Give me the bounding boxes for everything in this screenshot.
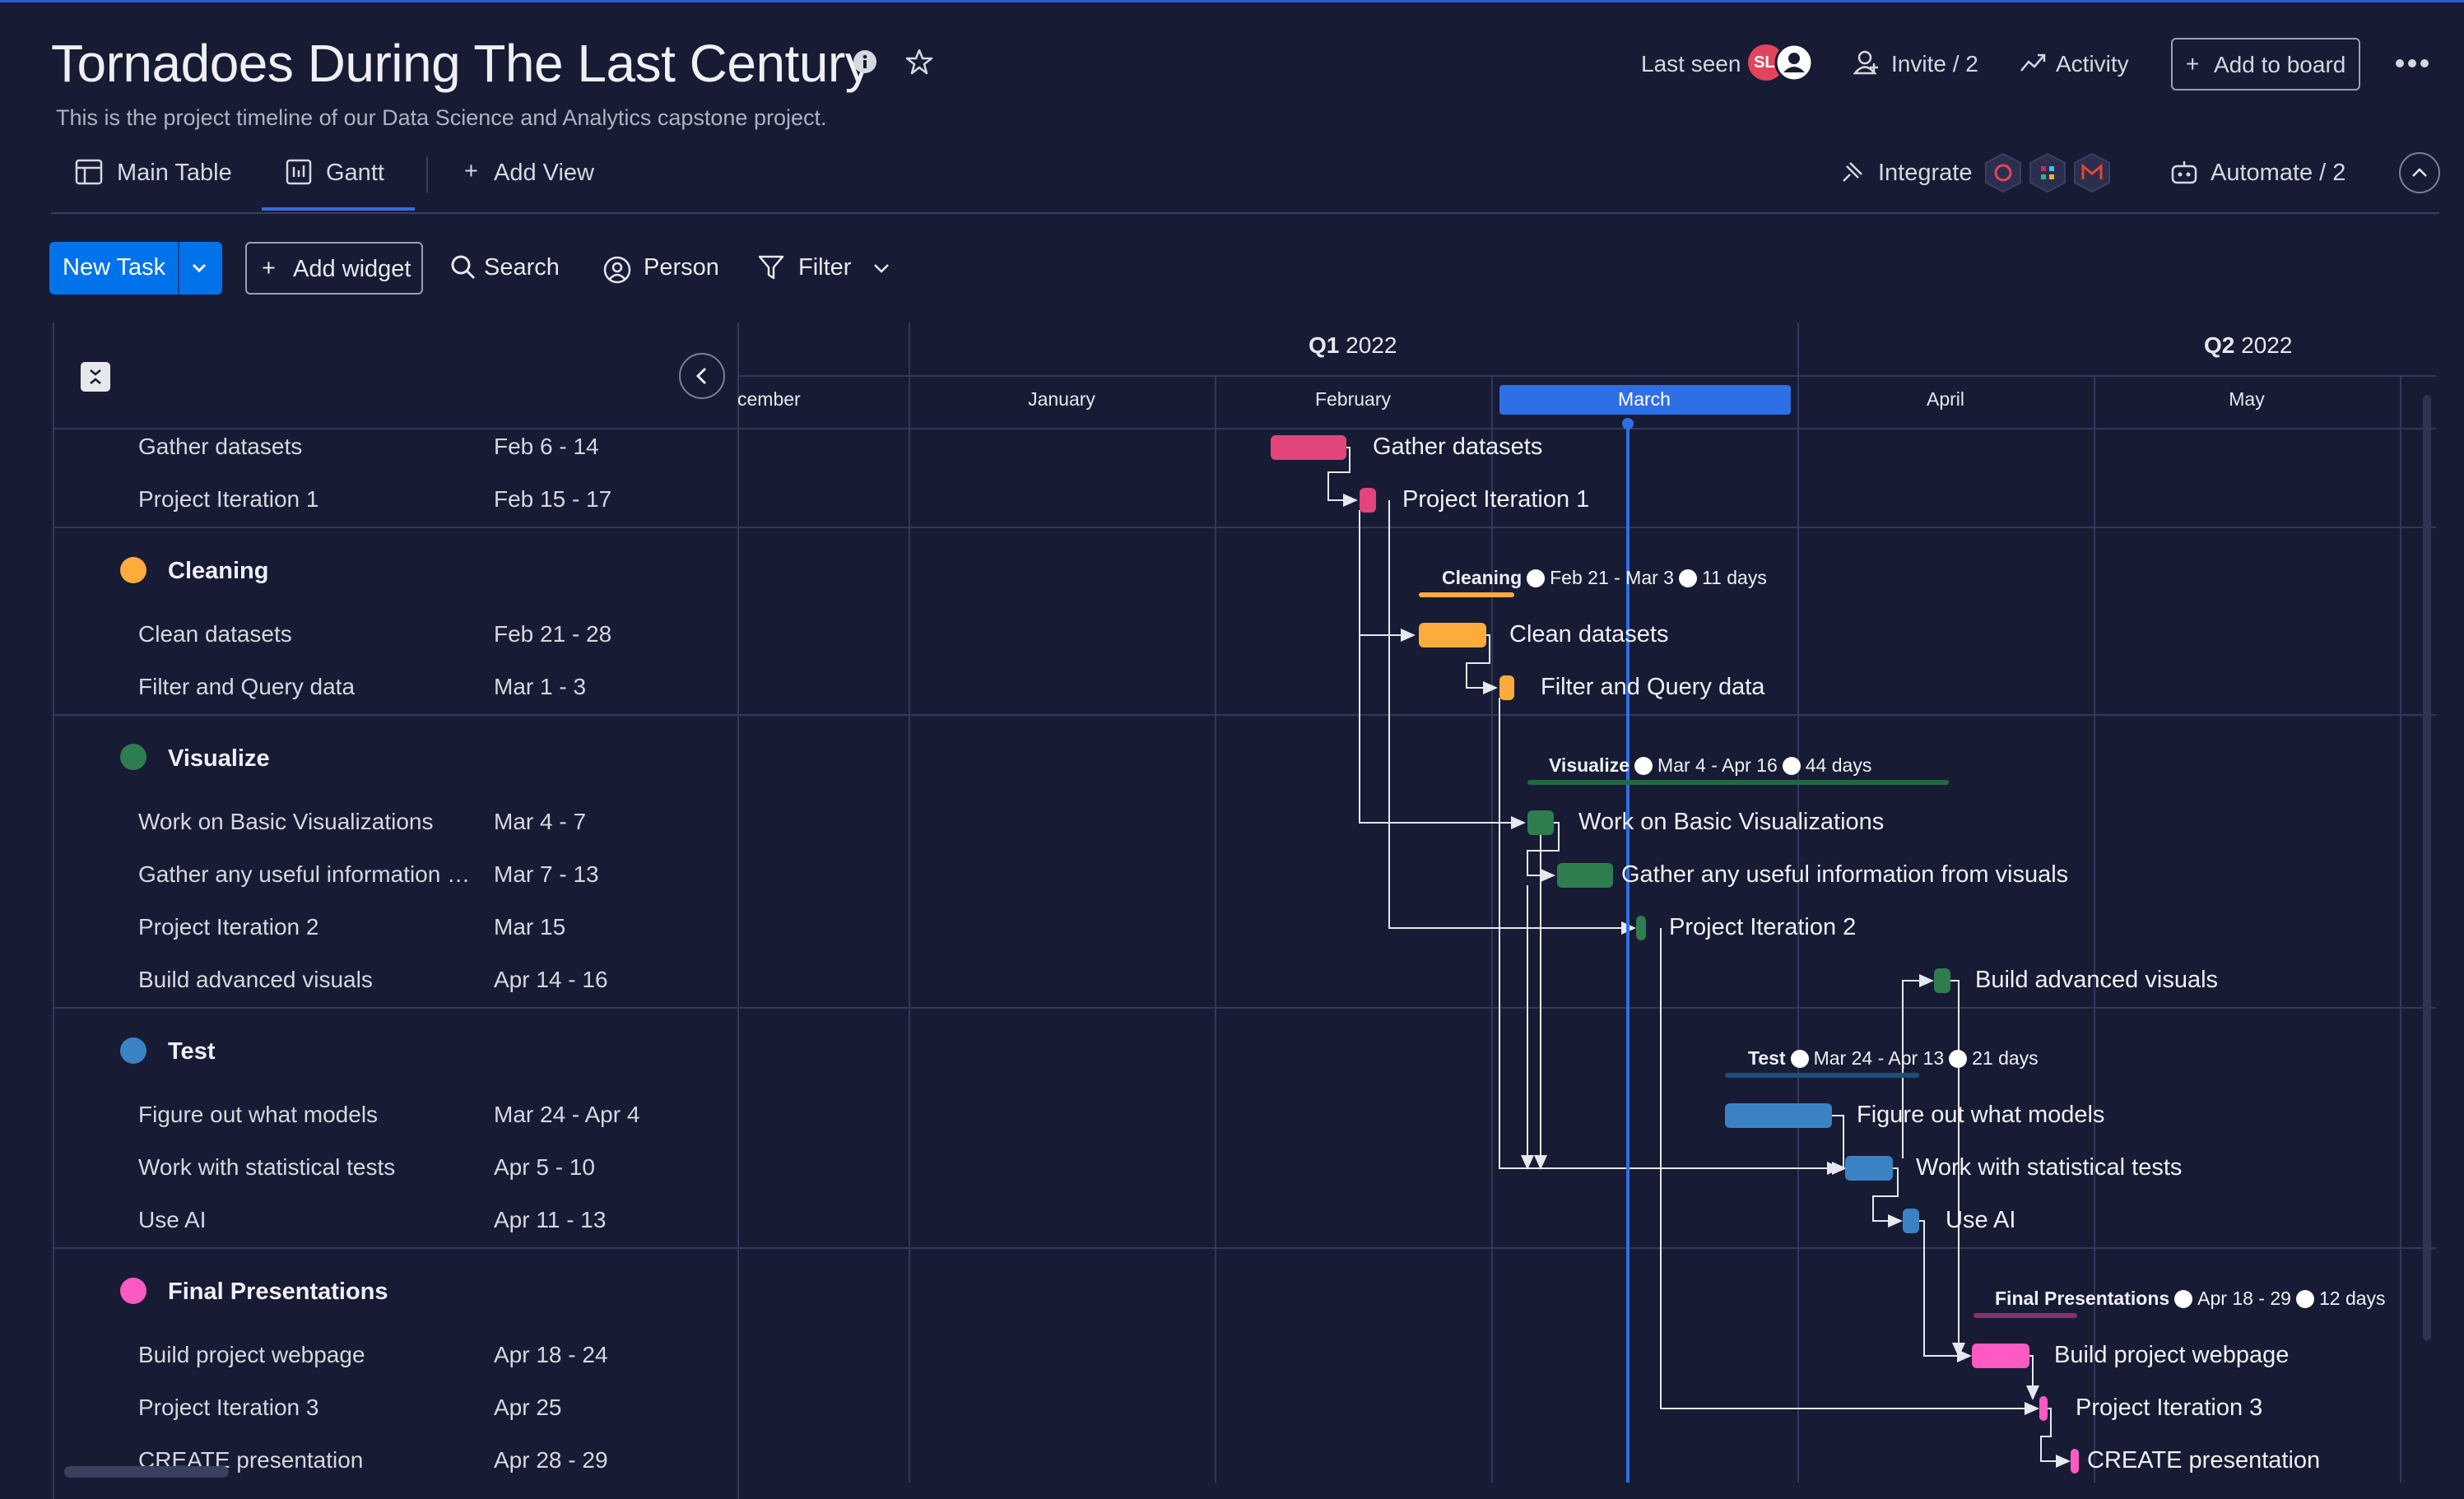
group-summary-final-presentations: Final Presentations Apr 18 - 29 12 days	[1995, 1288, 2386, 1309]
gantt-bar-build-advanced-visuals[interactable]	[1934, 968, 1950, 993]
bar-label: Project Iteration 3	[2076, 1395, 2263, 1421]
bar-label: Project Iteration 2	[1669, 914, 1857, 940]
bar-label: Build advanced visuals	[1975, 967, 2219, 993]
bar-label: Work on Basic Visualizations	[1578, 809, 1885, 835]
group-span-bar	[1527, 780, 1949, 785]
group-span-bar	[1974, 1313, 2077, 1318]
vertical-scrollbar[interactable]	[2423, 395, 2431, 1341]
bar-label: Clean datasets	[1509, 621, 1669, 647]
gantt-bar-use-ai[interactable]	[1903, 1209, 1919, 1233]
gantt-bar-build-webpage[interactable]	[1972, 1344, 2029, 1368]
bar-label: Use AI	[1946, 1207, 2016, 1233]
bar-label: Filter and Query data	[1541, 674, 1765, 700]
gantt-bar-project-iteration-2[interactable]	[1636, 916, 1646, 940]
gantt-bar-gather-useful-info[interactable]	[1557, 863, 1613, 888]
gantt-bar-filter-query[interactable]	[1499, 675, 1514, 700]
gantt-bar-figure-out-models[interactable]	[1725, 1103, 1832, 1128]
gantt-bar-gather-datasets[interactable]	[1271, 435, 1346, 460]
gantt-bar-project-iteration-1[interactable]	[1360, 488, 1376, 513]
group-summary-cleaning: Cleaning Feb 21 - Mar 3 11 days	[1442, 567, 1767, 588]
gantt-bar-create-presentation[interactable]	[2071, 1449, 2079, 1473]
gantt-bar-project-iteration-3[interactable]	[2039, 1396, 2048, 1421]
bar-label: Figure out what models	[1857, 1102, 2105, 1128]
bar-label: Project Iteration 1	[1402, 486, 1590, 513]
group-summary-test: Test Mar 24 - Apr 13 21 days	[1748, 1047, 2039, 1069]
bar-label: Work with statistical tests	[1916, 1154, 2183, 1181]
gantt-bar-basic-visualizations[interactable]	[1527, 810, 1554, 835]
group-summary-visualize: Visualize Mar 4 - Apr 16 44 days	[1549, 754, 1872, 776]
horizontal-scrollbar[interactable]	[64, 1466, 229, 1478]
bar-label: Gather datasets	[1373, 434, 1543, 460]
bar-label: CREATE presentation	[2087, 1447, 2321, 1473]
group-span-bar	[1419, 592, 1514, 597]
gantt-bar-statistical-tests[interactable]	[1845, 1156, 1893, 1181]
today-marker	[1622, 418, 1634, 429]
gantt-bar-clean-datasets[interactable]	[1419, 623, 1486, 647]
dependency-connectors	[1327, 447, 2071, 1468]
bar-label: Build project webpage	[2054, 1342, 2290, 1368]
bar-label: Gather any useful information from visua…	[1621, 861, 2069, 888]
group-span-bar	[1725, 1073, 1919, 1078]
